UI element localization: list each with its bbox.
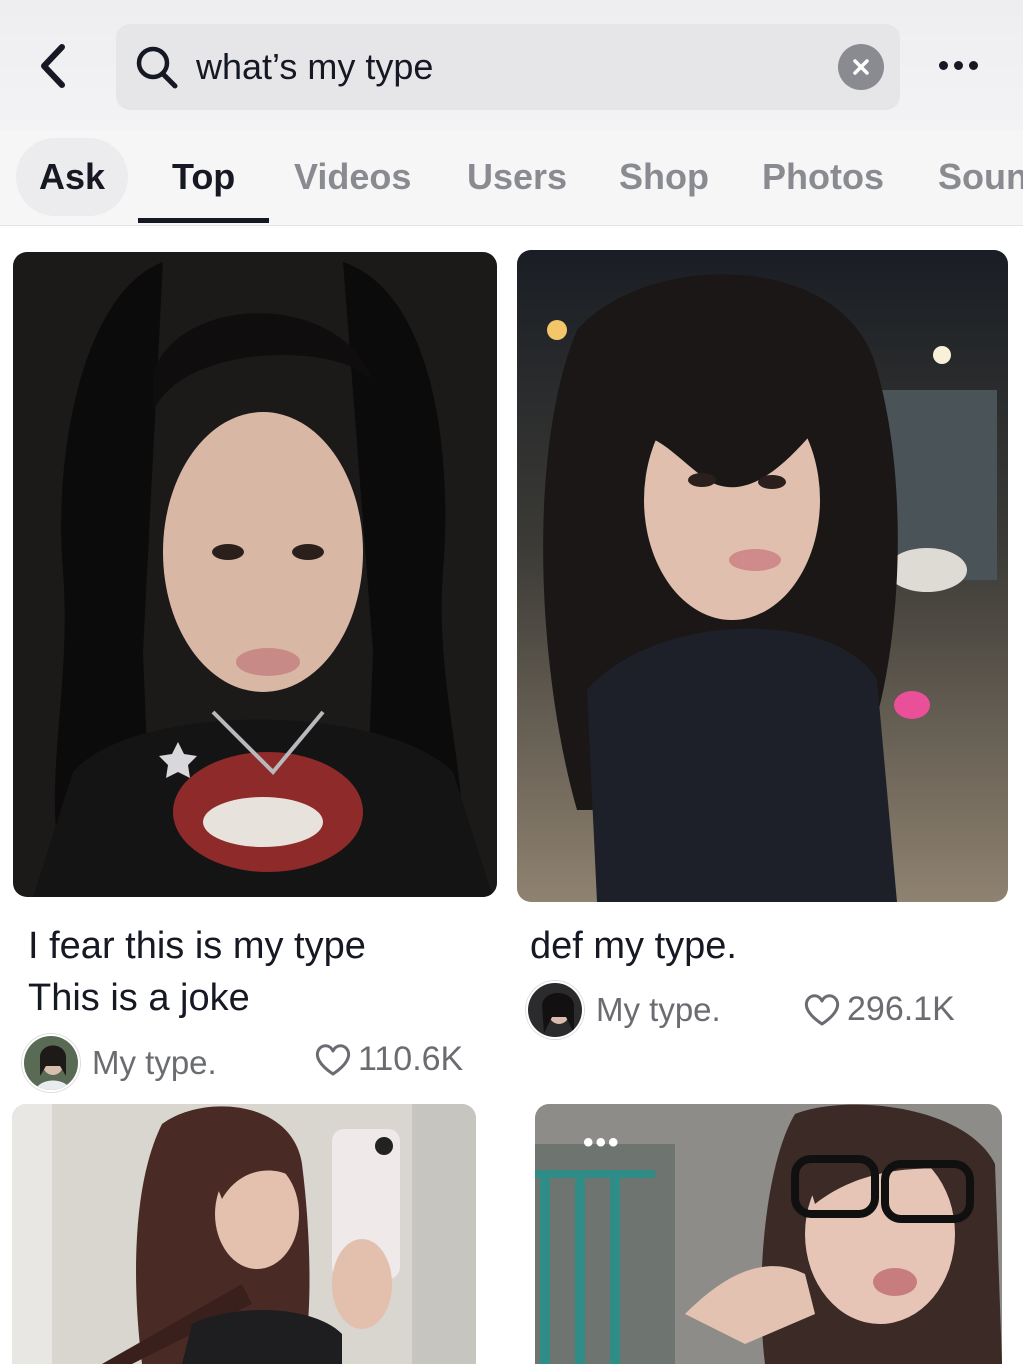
search-input[interactable]: what’s my type [116, 24, 900, 110]
like-count-1[interactable]: 110.6K [314, 1040, 463, 1079]
caption-line: I fear this is my type [28, 925, 366, 967]
author-row-2[interactable]: My type. [526, 980, 721, 1040]
clear-search-button[interactable] [838, 44, 884, 90]
back-button[interactable] [28, 38, 78, 94]
result-caption-1[interactable]: I fear this is my type This is a joke [28, 920, 366, 1024]
tab-users[interactable]: Users [467, 156, 567, 198]
author-name: My type. [92, 1044, 217, 1081]
photo-thumbnail [13, 252, 497, 897]
tab-top[interactable]: Top [172, 156, 235, 198]
result-thumbnail-1[interactable] [13, 252, 497, 897]
photo-thumbnail [517, 250, 1008, 902]
heart-icon [804, 993, 840, 1025]
result-thumbnail-3[interactable] [12, 1104, 476, 1364]
search-query-text: what’s my type [196, 46, 434, 87]
caption-line: This is a joke [28, 977, 250, 1019]
author-name: My type. [596, 991, 721, 1028]
author-row-1[interactable]: My type. [22, 1033, 217, 1093]
tab-photos[interactable]: Photos [762, 156, 884, 198]
like-count-text: 110.6K [358, 1040, 464, 1078]
tab-sounds[interactable]: Soun [938, 156, 1023, 198]
photo-thumbnail [12, 1104, 476, 1364]
carousel-indicator: ••• [583, 1126, 621, 1159]
top-bar: what’s my type [0, 0, 1023, 130]
avatar[interactable] [22, 1034, 80, 1092]
result-caption-2[interactable]: def my type. [530, 920, 737, 972]
active-tab-indicator [138, 218, 269, 223]
result-thumbnail-4[interactable]: ••• [535, 1104, 1002, 1364]
avatar[interactable] [526, 981, 584, 1039]
more-horizontal-icon [938, 60, 948, 70]
heart-icon [315, 1043, 351, 1075]
search-icon [136, 46, 178, 89]
caption-line: def my type. [530, 925, 737, 967]
chevron-left-icon [41, 44, 65, 88]
like-count-2[interactable]: 296.1K [803, 990, 955, 1029]
like-count-text: 296.1K [847, 990, 955, 1028]
tab-shop[interactable]: Shop [619, 156, 709, 198]
tab-ask[interactable]: Ask [16, 138, 128, 216]
result-thumbnail-2[interactable] [517, 250, 1008, 902]
tab-videos[interactable]: Videos [294, 156, 411, 198]
search-tabs: Ask Top Videos Users Shop Photos Soun [0, 130, 1023, 226]
close-icon [853, 59, 869, 75]
more-options-button[interactable] [928, 42, 988, 88]
